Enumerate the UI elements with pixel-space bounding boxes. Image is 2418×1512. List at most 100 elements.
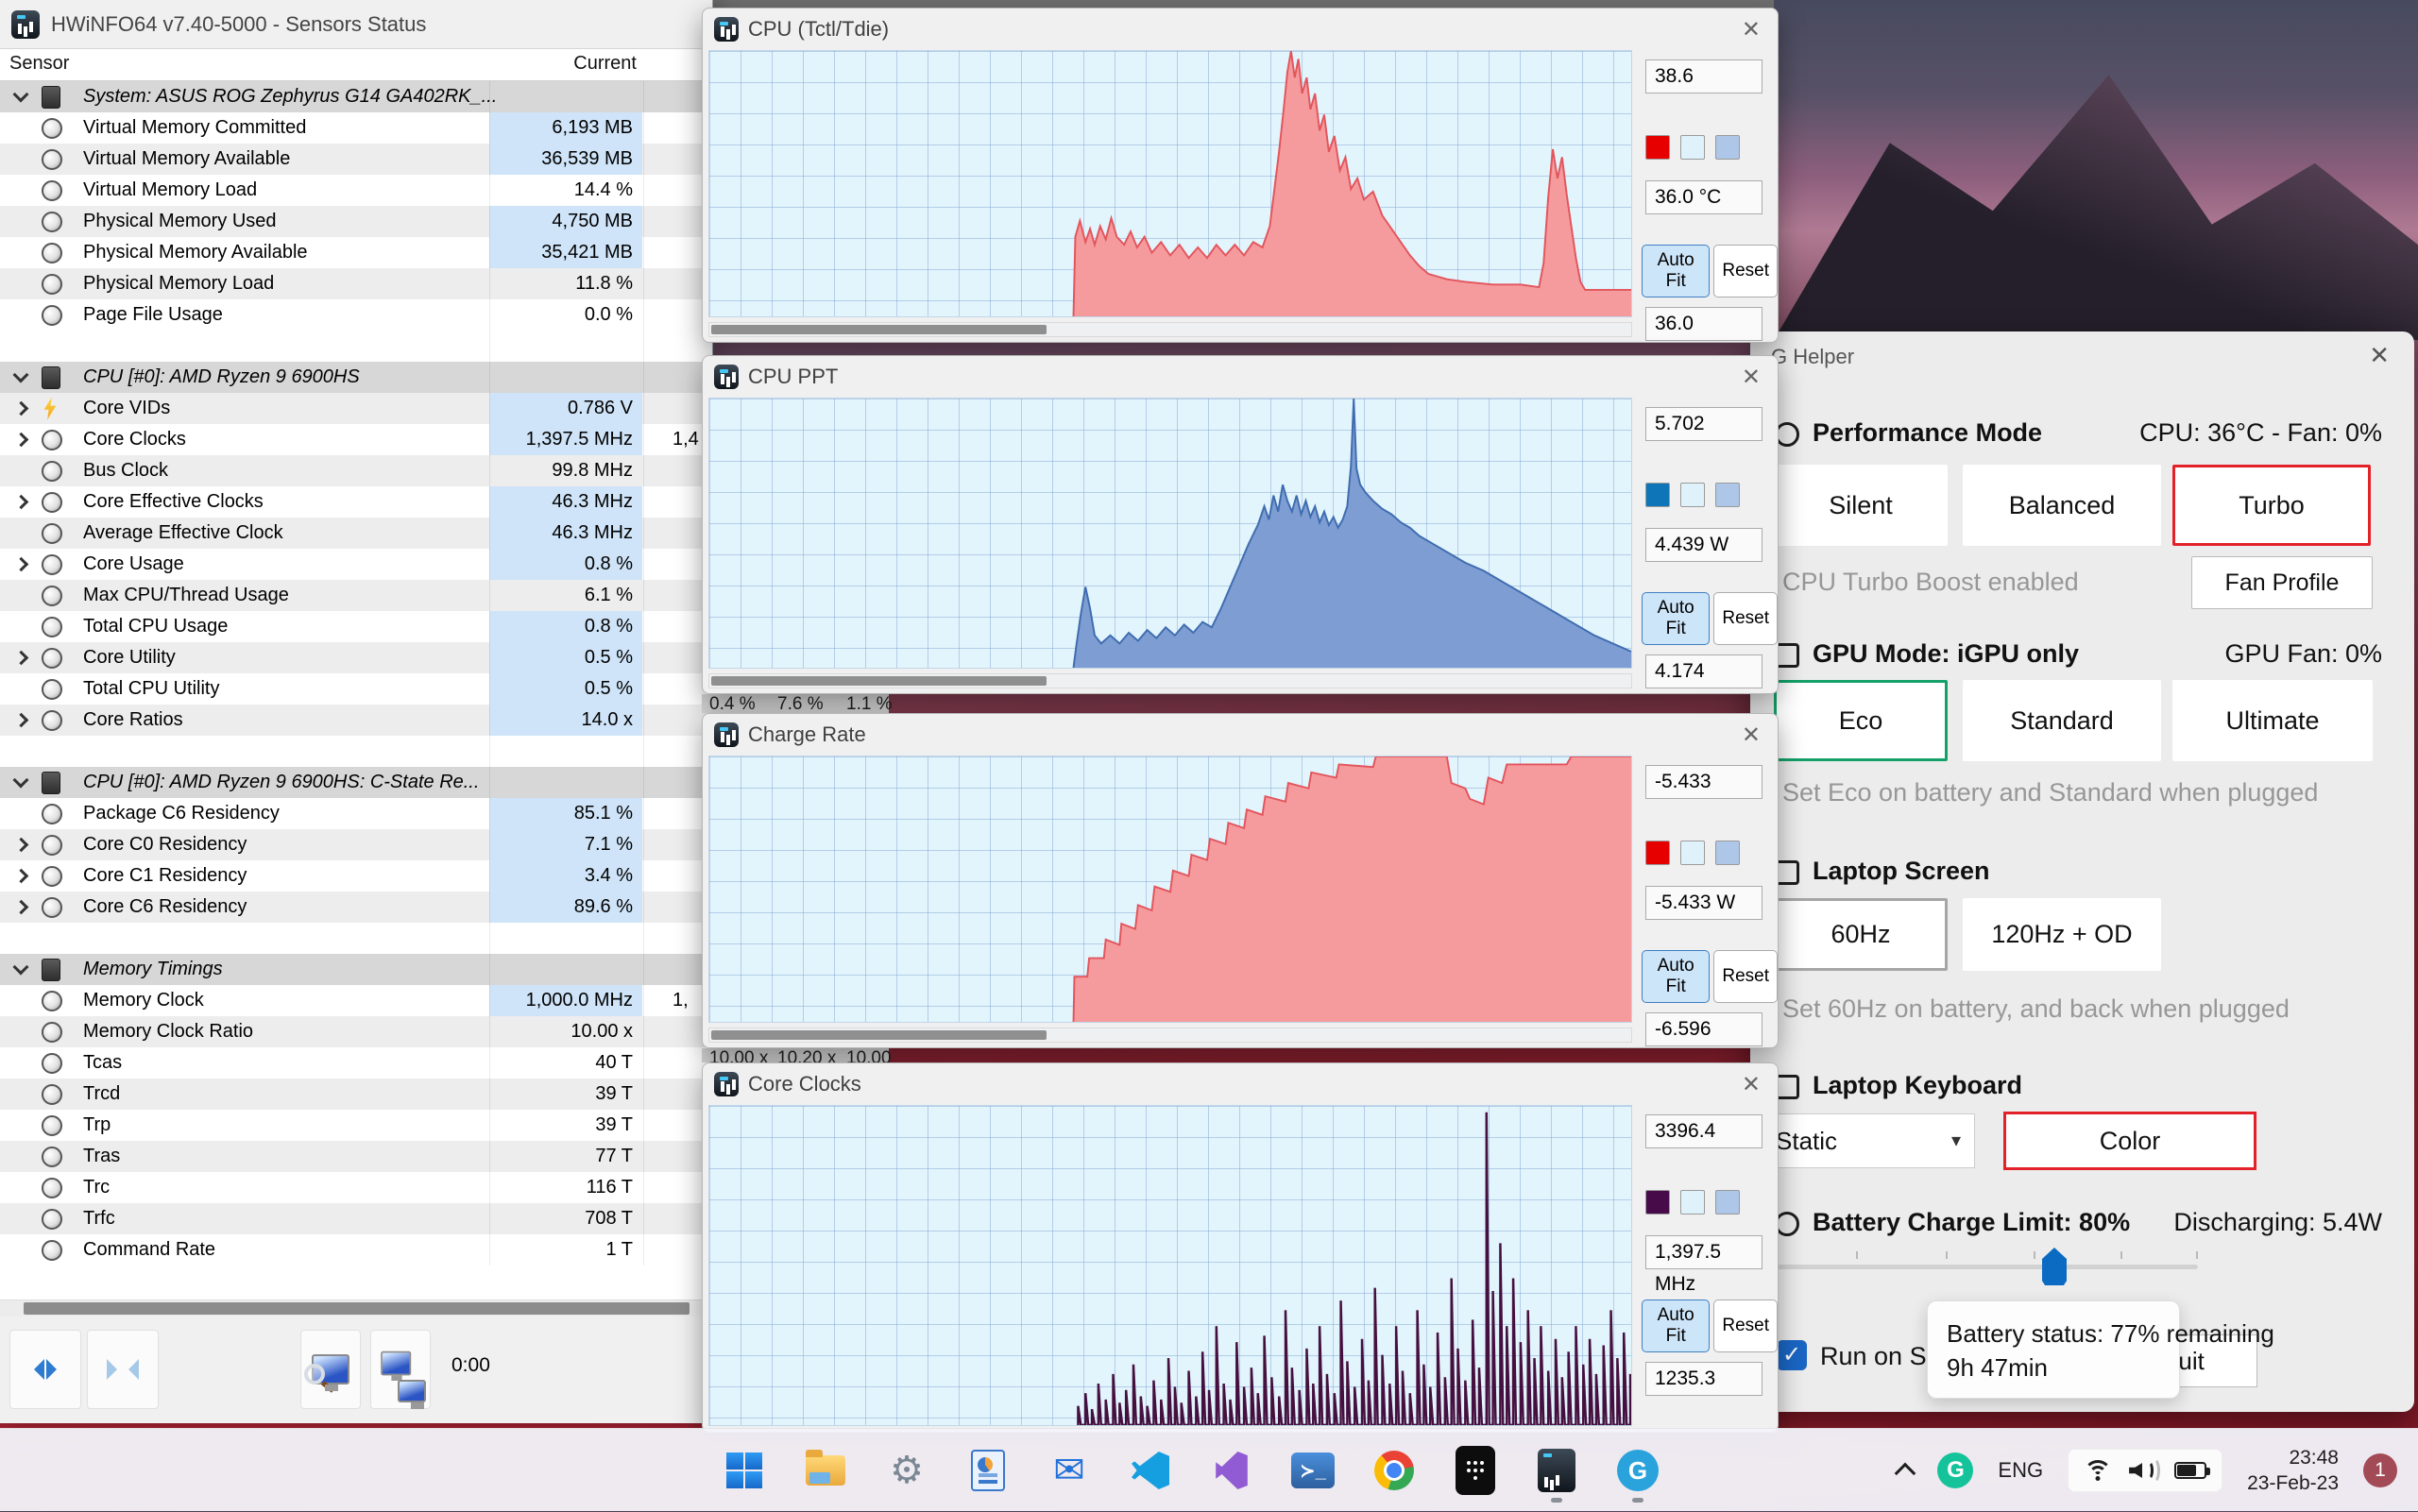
sensor-row[interactable]: Core C0 Residency 7.1 %: [0, 829, 712, 860]
language-indicator[interactable]: ENG: [1998, 1458, 2043, 1483]
reset-button[interactable]: Reset: [1713, 1300, 1778, 1352]
sensor-row[interactable]: Package C6 Residency 85.1 %: [0, 798, 712, 829]
close-icon[interactable]: ✕: [1742, 1071, 1761, 1098]
chrome-taskbar-icon[interactable]: [1370, 1446, 1419, 1495]
sensor-row[interactable]: Trfc 708 T: [0, 1203, 712, 1234]
grid-color-swatch[interactable]: [1715, 483, 1740, 507]
sensor-row[interactable]: Page File Usage 0.0 %: [0, 299, 712, 331]
sensor-group-row[interactable]: Memory Timings: [0, 954, 712, 985]
perf-balanced-button[interactable]: Balanced: [1963, 465, 2161, 546]
sensor-row[interactable]: Average Effective Clock 46.3 MHz: [0, 518, 712, 549]
sensor-row[interactable]: Physical Memory Load 11.8 %: [0, 268, 712, 299]
sensor-row[interactable]: Trc 116 T: [0, 1172, 712, 1203]
screen-60hz-button[interactable]: 60Hz: [1774, 898, 1948, 971]
sensor-group-row[interactable]: System: ASUS ROG Zephyrus G14 GA402RK_..…: [0, 81, 712, 112]
sensor-row[interactable]: Max CPU/Thread Usage 6.1 %: [0, 580, 712, 611]
sensor-row[interactable]: Core C6 Residency 89.6 %: [0, 892, 712, 923]
auto-fit-button[interactable]: Auto Fit: [1642, 592, 1711, 645]
sensor-row[interactable]: Trcd 39 T: [0, 1079, 712, 1110]
visual-studio-taskbar-icon[interactable]: [1207, 1446, 1256, 1495]
chevron-right-icon[interactable]: [13, 432, 28, 448]
chevron-right-icon[interactable]: [13, 494, 28, 510]
keyboard-color-button[interactable]: Color: [2003, 1112, 2256, 1170]
grid-color-swatch[interactable]: [1715, 1190, 1740, 1215]
screen-120hz-button[interactable]: 120Hz + OD: [1963, 898, 2161, 971]
series-color-swatch[interactable]: [1645, 841, 1670, 865]
graph-titlebar[interactable]: Core Clocks ✕: [703, 1063, 1778, 1105]
background-color-swatch[interactable]: [1680, 1190, 1705, 1215]
sensor-row[interactable]: Core Clocks 1,397.5 MHz 1,4: [0, 424, 712, 455]
perf-silent-button[interactable]: Silent: [1774, 465, 1948, 546]
notification-badge[interactable]: 1: [2363, 1453, 2397, 1487]
sensor-row[interactable]: Physical Memory Available 35,421 MB: [0, 237, 712, 268]
sensor-row[interactable]: Tras 77 T: [0, 1141, 712, 1172]
graph-scrollbar[interactable]: [708, 1028, 1632, 1043]
hwinfo-titlebar[interactable]: HWiNFO64 v7.40-5000 - Sensors Status: [0, 0, 712, 49]
sensor-row[interactable]: Core Utility 0.5 %: [0, 642, 712, 673]
start-taskbar-icon[interactable]: [720, 1446, 769, 1495]
sensor-group-row[interactable]: CPU [#0]: AMD Ryzen 9 6900HS: C-State Re…: [0, 767, 712, 798]
sensor-group-row[interactable]: CPU [#0]: AMD Ryzen 9 6900HS: [0, 362, 712, 393]
graph-scrollbar[interactable]: [708, 673, 1632, 688]
chevron-down-icon[interactable]: [12, 959, 29, 976]
close-icon[interactable]: ✕: [1742, 16, 1761, 43]
background-color-swatch[interactable]: [1680, 135, 1705, 160]
sensor-row[interactable]: Core Ratios 14.0 x: [0, 705, 712, 736]
close-icon[interactable]: ✕: [1742, 364, 1761, 391]
sensor-row[interactable]: Command Rate 1 T: [0, 1234, 712, 1266]
sensor-row[interactable]: Total CPU Utility 0.5 %: [0, 673, 712, 705]
graph-titlebar[interactable]: CPU PPT ✕: [703, 356, 1778, 398]
chevron-right-icon[interactable]: [13, 556, 28, 572]
sensor-row[interactable]: Core Effective Clocks 46.3 MHz: [0, 486, 712, 518]
grid-color-swatch[interactable]: [1715, 135, 1740, 160]
sensor-row[interactable]: Core VIDs 0.786 V: [0, 393, 712, 424]
graph-scrollbar[interactable]: [708, 322, 1632, 337]
sensor-row[interactable]: Core C1 Residency 3.4 %: [0, 860, 712, 892]
sensor-row[interactable]: Physical Memory Used 4,750 MB: [0, 206, 712, 237]
graph-titlebar[interactable]: CPU (Tctl/Tdie) ✕: [703, 8, 1778, 50]
sensor-row[interactable]: Memory Clock Ratio 10.00 x: [0, 1016, 712, 1047]
auto-fit-button[interactable]: Auto Fit: [1642, 1300, 1711, 1352]
sensor-row[interactable]: Tcas 40 T: [0, 1047, 712, 1079]
gpu-eco-button[interactable]: Eco: [1774, 680, 1948, 761]
chevron-right-icon[interactable]: [13, 837, 28, 853]
keyboard-mode-dropdown[interactable]: Static ▾: [1758, 1113, 1975, 1168]
chevron-right-icon[interactable]: [13, 712, 28, 728]
gpu-standard-button[interactable]: Standard: [1963, 680, 2161, 761]
chevron-right-icon[interactable]: [13, 899, 28, 915]
fan-profile-button[interactable]: Fan Profile: [2191, 556, 2373, 609]
sensor-row[interactable]: Total CPU Usage 0.8 %: [0, 611, 712, 642]
explorer-taskbar-icon[interactable]: [801, 1446, 850, 1495]
expand-columns-button[interactable]: [9, 1330, 81, 1409]
reset-button[interactable]: Reset: [1713, 245, 1778, 297]
system-info-taskbar-icon[interactable]: [963, 1446, 1013, 1495]
background-color-swatch[interactable]: [1680, 483, 1705, 507]
powershell-taskbar-icon[interactable]: ≻_: [1288, 1446, 1337, 1495]
reset-button[interactable]: Reset: [1713, 950, 1778, 1003]
black-app-taskbar-icon[interactable]: [1451, 1446, 1500, 1495]
sensor-row[interactable]: Bus Clock 99.8 MHz: [0, 455, 712, 486]
perf-turbo-button[interactable]: Turbo: [2172, 465, 2371, 546]
chevron-down-icon[interactable]: [12, 366, 29, 383]
sensor-row[interactable]: Virtual Memory Load 14.4 %: [0, 175, 712, 206]
sensor-row[interactable]: Trp 39 T: [0, 1110, 712, 1141]
sensor-row[interactable]: Memory Clock 1,000.0 MHz 1,: [0, 985, 712, 1016]
chevron-down-icon[interactable]: [12, 86, 29, 103]
gpu-ultimate-button[interactable]: Ultimate: [2172, 680, 2373, 761]
background-color-swatch[interactable]: [1680, 841, 1705, 865]
series-color-swatch[interactable]: [1645, 483, 1670, 507]
vscode-taskbar-icon[interactable]: [1126, 1446, 1175, 1495]
graph-titlebar[interactable]: Charge Rate ✕: [703, 714, 1778, 756]
tray-chevron-up-icon[interactable]: [1895, 1462, 1916, 1485]
g-helper-taskbar-icon[interactable]: G: [1613, 1446, 1662, 1503]
monitor-search-button[interactable]: [300, 1330, 361, 1409]
sensor-row[interactable]: Virtual Memory Available 36,539 MB: [0, 144, 712, 175]
quick-settings[interactable]: [2068, 1449, 2223, 1492]
series-color-swatch[interactable]: [1645, 135, 1670, 160]
chevron-right-icon[interactable]: [13, 868, 28, 884]
hwinfo-taskbar-icon[interactable]: [1532, 1446, 1581, 1503]
auto-fit-button[interactable]: Auto Fit: [1642, 950, 1711, 1003]
close-icon[interactable]: ✕: [1742, 722, 1761, 749]
column-header-current[interactable]: Current: [489, 53, 637, 75]
column-header-sensor[interactable]: Sensor: [9, 53, 69, 75]
